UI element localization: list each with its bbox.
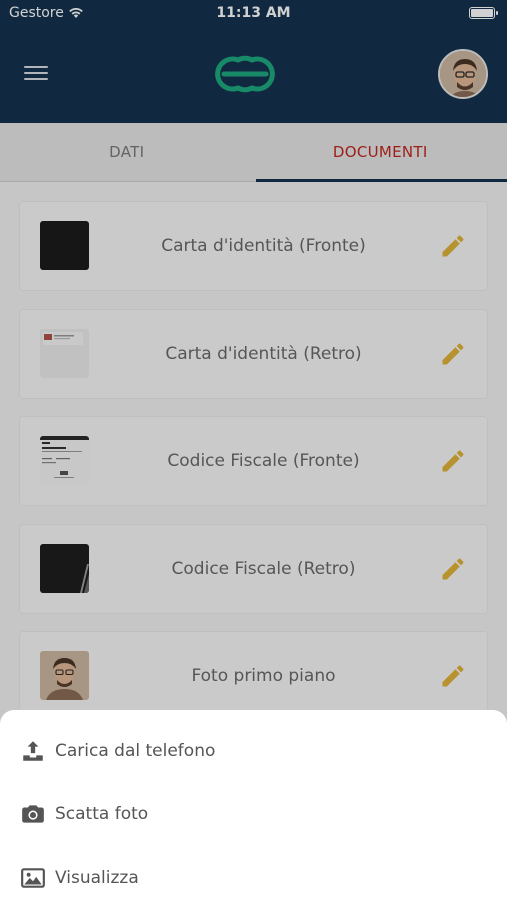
document-thumbnail [40, 651, 89, 700]
app-logo [215, 55, 275, 93]
sheet-item-visualizza[interactable]: Visualizza [0, 853, 507, 900]
hamburger-menu-icon[interactable] [24, 66, 48, 84]
document-thumbnail [40, 436, 89, 485]
app-header: Gestore 11:13 AM [0, 0, 507, 123]
document-label: Carta d'identità (Fronte) [161, 236, 366, 256]
document-label: Carta d'identità (Retro) [165, 343, 362, 364]
document-thumbnail [40, 543, 89, 593]
pencil-icon[interactable] [439, 555, 467, 583]
sheet-item-label: Visualizza [55, 868, 139, 888]
document-card-carta-identita-retro[interactable]: Carta d'identità (Retro) [20, 309, 487, 398]
status-time: 11:13 AM [216, 5, 291, 21]
document-thumbnail [40, 328, 89, 378]
sheet-item-label: Carica dal telefono [55, 741, 216, 761]
document-card-carta-identita-fronte[interactable]: Carta d'identità (Fronte) [20, 202, 487, 290]
image-icon [21, 868, 45, 888]
document-card-codice-fiscale-fronte[interactable]: Codice Fiscale (Fronte) [20, 417, 487, 505]
sheet-item-carica-dal-telefono[interactable]: Carica dal telefono [0, 726, 507, 776]
document-thumbnail [40, 221, 89, 270]
avatar[interactable] [438, 49, 488, 99]
document-card-codice-fiscale-retro[interactable]: Codice Fiscale (Retro) [20, 524, 487, 613]
pencil-icon[interactable] [439, 447, 467, 475]
battery-icon [469, 7, 498, 19]
document-list: Carta d'identità (Fronte) Carta d'identi… [20, 202, 487, 740]
avatar-image [440, 51, 486, 97]
upload-icon [23, 741, 43, 761]
document-label: Codice Fiscale (Retro) [171, 558, 356, 579]
document-card-foto-primo-piano[interactable]: Foto primo piano [20, 632, 487, 720]
tab-documenti[interactable]: DOCUMENTI [254, 123, 507, 182]
sheet-item-scatta-foto[interactable]: Scatta foto [0, 789, 507, 839]
pencil-icon[interactable] [439, 232, 467, 260]
sheet-item-label: Scatta foto [55, 804, 149, 824]
document-label: Foto primo piano [191, 666, 336, 686]
pencil-icon[interactable] [439, 340, 467, 368]
pencil-icon[interactable] [439, 662, 467, 690]
camera-icon [22, 805, 44, 823]
action-sheet: Carica dal telefono Scatta foto Visualiz… [0, 710, 507, 900]
tab-bar: DATI DOCUMENTI [0, 123, 507, 182]
tab-dati[interactable]: DATI [0, 123, 254, 181]
document-label: Codice Fiscale (Fronte) [167, 451, 360, 471]
status-bar: Gestore 11:13 AM [0, 0, 507, 28]
